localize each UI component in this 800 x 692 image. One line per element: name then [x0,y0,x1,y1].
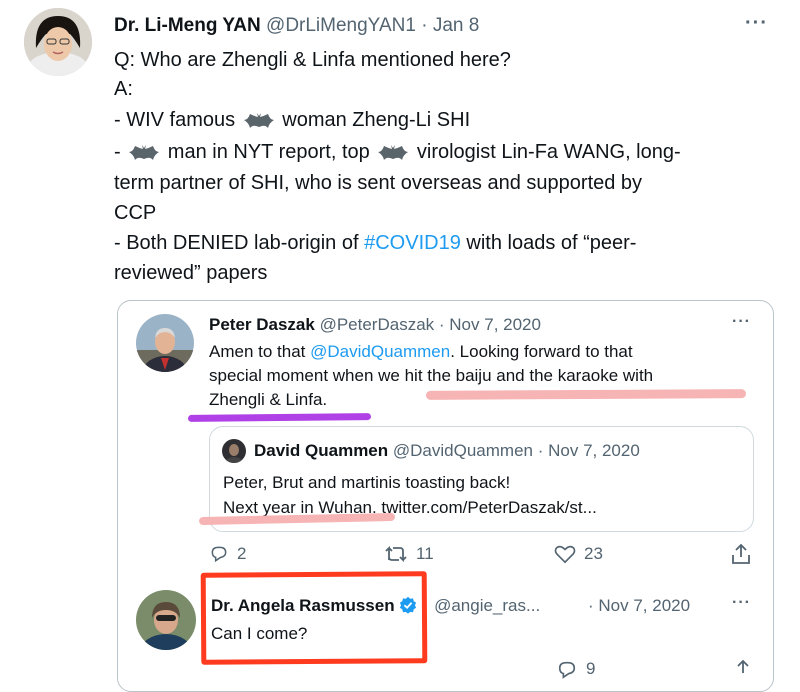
tweet-line: - WIV famous woman Zheng-Li SHI [114,109,470,132]
author-handle[interactable]: @DrLiMengYAN1 [266,15,416,36]
tweet-line: CCP [114,202,157,224]
heart-icon [554,545,576,564]
quoted-text-line: Amen to that @DavidQuammen. Looking forw… [209,342,633,362]
reply-date[interactable]: Nov 7, 2020 [598,596,690,615]
tweet-line: - man in NYT report, top virologist Lin-… [114,141,681,164]
like-count: 23 [584,544,603,563]
nested-author-handle[interactable]: @DavidQuammen [393,441,533,460]
red-annotation-box [200,571,428,665]
text-segment: - WIV famous [114,109,236,131]
hashtag-link[interactable]: #COVID19 [364,232,461,254]
text-segment: virologist Lin-Fa WANG, long- [416,141,681,163]
text-segment: - [114,141,121,163]
quoted-more-options-icon[interactable]: ··· [732,313,751,331]
quoted-author-avatar[interactable] [136,314,194,372]
reply-count: 2 [237,544,247,563]
tweet-date[interactable]: Jan 8 [433,15,479,36]
tweet-line: term partner of SHI, who is sent oversea… [114,172,643,194]
author-name[interactable]: Dr. Li-Meng YAN [114,15,261,36]
reply-action[interactable]: 2 [209,544,246,564]
bat-emoji-icon [378,144,409,160]
nested-text-line: Peter, Brut and martinis toasting back! [223,473,511,492]
share-action[interactable] [731,543,751,565]
share-icon [737,659,749,673]
quoted-author-name[interactable]: Peter Daszak [209,315,315,334]
retweet-action[interactable]: 11 [384,544,434,564]
tweet-line: A: [114,78,133,100]
tweet-line: Q: Who are Zhengli & Linfa mentioned her… [114,49,511,71]
nested-tweet-date[interactable]: Nov 7, 2020 [548,441,640,460]
reply-like-action[interactable]: 9 [556,659,595,679]
quoted-author-handle[interactable]: @PeterDaszak [320,315,435,334]
text-segment: with loads of “peer- [466,232,637,254]
like-action[interactable]: 23 [554,544,603,564]
more-options-icon[interactable]: ··· [745,12,768,35]
quoted-tweet-date[interactable]: Nov 7, 2020 [449,315,541,334]
reply-icon [558,661,576,679]
pink-highlight-underline [425,389,747,400]
author-avatar[interactable] [24,8,92,76]
reply-like-count: 9 [586,659,596,678]
quoted-text-line: Zhengli & Linfa. [209,390,328,409]
tweet-line: reviewed” papers [114,262,268,284]
text-segment: Amen to that [209,342,306,361]
nested-author-name[interactable]: David Quammen [254,441,388,460]
nested-author-avatar[interactable] [222,439,246,463]
bat-emoji-icon [243,112,274,128]
tweet-line: - Both DENIED lab-origin of #COVID19 wit… [114,232,636,255]
reply-more-options-icon[interactable]: ··· [732,594,751,612]
text-segment: . Looking forward to that [450,342,633,361]
share-icon [732,543,750,564]
quoted-text-line: special moment when we hit the baiju and… [209,366,654,385]
text-segment: man in NYT report, top [167,141,370,163]
mention-link[interactable]: @DavidQuammen [310,342,450,361]
text-segment: woman Zheng-Li SHI [282,109,471,131]
reply-author-handle[interactable]: @angie_ras... [434,596,540,615]
text-segment: - Both DENIED lab-origin of [114,232,359,254]
reply-share-action[interactable] [733,659,753,681]
bat-emoji-icon [129,144,160,160]
reply-author-avatar[interactable] [136,590,196,650]
reply-icon [211,546,227,563]
retweet-icon [385,545,407,563]
retweet-count: 11 [416,544,434,563]
